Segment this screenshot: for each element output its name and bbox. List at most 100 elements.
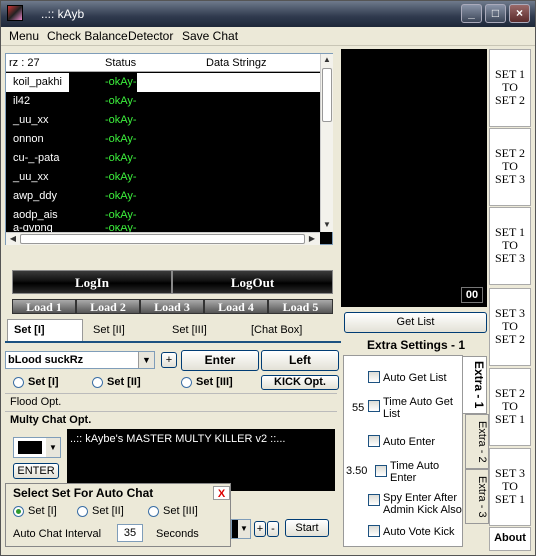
kick-options-button[interactable]: KICK Opt. bbox=[261, 375, 339, 390]
flood-options[interactable]: Flood Opt. bbox=[5, 393, 337, 410]
list-item[interactable]: koil_pakhi -okAy- bbox=[6, 73, 320, 92]
extra-settings-title: Extra Settings - 1 bbox=[367, 338, 466, 352]
tab-extra-1[interactable]: Extra - 1 bbox=[463, 356, 487, 414]
list-item[interactable]: il42 -okAy- bbox=[6, 92, 320, 111]
popup-set-3-radio[interactable] bbox=[148, 506, 159, 517]
scroll-left-icon[interactable]: ◀ bbox=[7, 233, 19, 245]
chevron-down-icon[interactable]: ▼ bbox=[138, 352, 154, 368]
tab-chat-box[interactable]: [Chat Box] bbox=[251, 324, 302, 336]
set-2-to-set-3-button[interactable]: SET 2 TO SET 3 bbox=[489, 128, 531, 206]
count-header[interactable]: rz : 27 bbox=[9, 57, 40, 69]
auto-enter-label: Auto Enter bbox=[383, 436, 435, 448]
scroll-right-icon[interactable]: ▶ bbox=[306, 233, 318, 245]
maximize-icon[interactable]: □ bbox=[485, 4, 506, 23]
multy-chat-options[interactable]: Multy Chat Opt. bbox=[5, 411, 337, 428]
user-status: -okAy- bbox=[105, 114, 137, 126]
get-list-button[interactable]: Get List bbox=[344, 312, 487, 333]
set-1-radio[interactable] bbox=[13, 377, 24, 388]
list-item[interactable]: aodp_ais -okAy- bbox=[6, 206, 320, 225]
menu-save-chat[interactable]: Save Chat bbox=[182, 29, 238, 43]
load-1-button[interactable]: Load 1 bbox=[12, 299, 76, 314]
enter-button[interactable]: Enter bbox=[181, 350, 259, 371]
set-1-to-set-2-button[interactable]: SET 1 TO SET 2 bbox=[489, 49, 531, 127]
auto-enter-checkbox[interactable] bbox=[368, 435, 380, 447]
extra-settings-panel: Auto Get List 55 Time Auto Get List Auto… bbox=[343, 355, 463, 547]
user-name: onnon bbox=[13, 133, 44, 145]
spy-enter-checkbox[interactable] bbox=[368, 494, 380, 506]
status-header[interactable]: Status bbox=[105, 57, 136, 69]
time-get-list-checkbox[interactable] bbox=[368, 400, 380, 412]
add-room-button[interactable]: + bbox=[161, 352, 177, 368]
auto-vote-kick-checkbox[interactable] bbox=[368, 525, 380, 537]
load-5-button[interactable]: Load 5 bbox=[268, 299, 333, 314]
set-3-to-set-1-button[interactable]: SET 3 TO SET 1 bbox=[489, 448, 531, 526]
about-button[interactable]: About bbox=[489, 527, 531, 551]
login-button[interactable]: LogIn bbox=[12, 270, 172, 294]
list-item[interactable]: _uu_xx -okAy- bbox=[6, 168, 320, 187]
load-2-button[interactable]: Load 2 bbox=[76, 299, 140, 314]
chat-select[interactable]: ▼ bbox=[231, 519, 251, 539]
set-2-to-set-1-button[interactable]: SET 2 TO SET 1 bbox=[489, 368, 531, 446]
auto-get-list-checkbox[interactable] bbox=[368, 371, 380, 383]
chat-box[interactable]: ..:: kAybe's MASTER MULTY KILLER v2 ::..… bbox=[67, 429, 335, 491]
user-status: -okAy- bbox=[105, 95, 137, 107]
data-header[interactable]: Data Stringz bbox=[206, 57, 267, 69]
interval-input[interactable]: 35 bbox=[117, 524, 143, 542]
set-3-label: Set [III] bbox=[196, 376, 233, 388]
chevron-down-icon[interactable]: ▼ bbox=[46, 438, 60, 457]
popup-set-1-label: Set [I] bbox=[28, 505, 57, 517]
tab-set-1[interactable]: Set [I] bbox=[14, 324, 45, 336]
list-item[interactable]: onnon -okAy- bbox=[6, 130, 320, 149]
logout-button[interactable]: LogOut bbox=[172, 270, 333, 294]
list-item[interactable]: cu-_-pata -okAy- bbox=[6, 149, 320, 168]
scroll-thumb[interactable] bbox=[20, 234, 305, 244]
menu-menu[interactable]: Menu bbox=[9, 29, 39, 43]
horizontal-scrollbar[interactable]: ◀ ▶ bbox=[6, 232, 320, 245]
room-select[interactable]: bLood suckRz ▼ bbox=[5, 351, 155, 369]
time-enter-checkbox[interactable] bbox=[375, 465, 387, 477]
tab-extra-2[interactable]: Extra - 2 bbox=[465, 414, 489, 469]
user-name: koil_pakhi bbox=[13, 76, 62, 88]
spy-enter-label: Spy Enter After Admin Kick Also bbox=[383, 492, 462, 516]
multy-label: Multy Chat Opt. bbox=[10, 414, 92, 426]
monitor-counter: 00 bbox=[461, 287, 483, 303]
scroll-down-icon[interactable]: ▼ bbox=[321, 219, 333, 231]
user-status: -okAy- bbox=[105, 171, 137, 183]
time-get-list-value[interactable]: 55 bbox=[352, 402, 364, 414]
tab-extra-3[interactable]: Extra - 3 bbox=[465, 469, 489, 524]
chevron-down-icon[interactable]: ▼ bbox=[238, 520, 250, 538]
tab-set-2[interactable]: Set [II] bbox=[93, 324, 125, 336]
time-enter-value[interactable]: 3.50 bbox=[346, 465, 367, 477]
tab-set-3[interactable]: Set [III] bbox=[172, 324, 207, 336]
load-4-button[interactable]: Load 4 bbox=[204, 299, 268, 314]
close-icon[interactable]: X bbox=[213, 486, 230, 500]
user-list[interactable]: rz : 27 Status Data Stringz koil_pakhi -… bbox=[5, 53, 333, 245]
set-3-to-set-2-button[interactable]: SET 3 TO SET 2 bbox=[489, 288, 531, 366]
start-button[interactable]: Start bbox=[285, 519, 329, 537]
set-3-radio[interactable] bbox=[181, 377, 192, 388]
left-button[interactable]: Left bbox=[261, 350, 339, 371]
menu-detector[interactable]: Detector bbox=[128, 29, 173, 43]
set-1-to-set-3-button[interactable]: SET 1 TO SET 3 bbox=[489, 207, 531, 285]
user-name: _uu_xx bbox=[13, 171, 49, 183]
interval-label: Auto Chat Interval bbox=[13, 528, 102, 540]
vertical-scrollbar[interactable]: ▲ ▼ bbox=[320, 54, 333, 232]
set-2-radio[interactable] bbox=[92, 377, 103, 388]
close-icon[interactable]: × bbox=[509, 4, 530, 23]
enter-small-button[interactable]: ENTER bbox=[13, 463, 59, 479]
minus-button[interactable]: - bbox=[267, 521, 279, 537]
user-name: _uu_xx bbox=[13, 114, 49, 126]
list-item[interactable]: _uu_xx -okAy- bbox=[6, 111, 320, 130]
scroll-up-icon[interactable]: ▲ bbox=[321, 54, 333, 66]
popup-set-1-radio[interactable] bbox=[13, 506, 24, 517]
color-select[interactable]: ▼ bbox=[13, 437, 61, 458]
popup-set-2-radio[interactable] bbox=[77, 506, 88, 517]
load-3-button[interactable]: Load 3 bbox=[140, 299, 204, 314]
list-item[interactable]: awp_ddy -okAy- bbox=[6, 187, 320, 206]
scroll-thumb[interactable] bbox=[322, 68, 332, 122]
time-enter-label: Time Auto Enter bbox=[390, 460, 440, 484]
plus-button[interactable]: + bbox=[254, 521, 266, 537]
popup-title: Select Set For Auto Chat bbox=[13, 486, 154, 500]
menu-check-balance[interactable]: Check Balance bbox=[47, 29, 128, 43]
minimize-icon[interactable]: _ bbox=[461, 4, 482, 23]
